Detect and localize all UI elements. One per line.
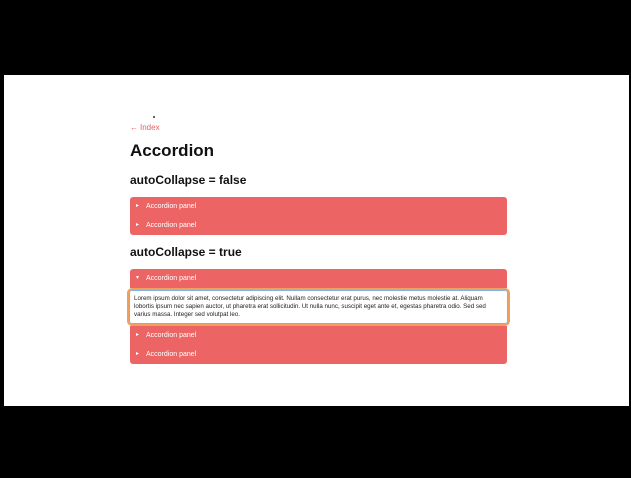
back-link-label: Index — [140, 123, 160, 132]
accordion-autocollapse-false: ▸ Accordion panel ▸ Accordion panel — [130, 197, 507, 235]
accordion-panel-header[interactable]: ▸ Accordion panel — [130, 216, 507, 235]
chevron-right-icon: ▸ — [136, 203, 140, 209]
chevron-down-icon: ▾ — [136, 275, 140, 281]
accordion-panel-header[interactable]: ▸ Accordion panel — [130, 197, 507, 216]
accordion-panel-header[interactable]: ▸ Accordion panel — [130, 326, 507, 345]
accordion-panel-header-expanded[interactable]: ▾ Accordion panel — [130, 269, 507, 288]
accordion-autocollapse-true: ▾ Accordion panel Lorem ipsum dolor sit … — [127, 269, 510, 364]
accordion-panel-label: Accordion panel — [146, 222, 197, 229]
accordion-panel-label: Accordion panel — [146, 332, 197, 339]
accordion-panel-header[interactable]: ▸ Accordion panel — [130, 345, 507, 364]
accordion-panel-content: Lorem ipsum dolor sit amet, consectetur … — [127, 288, 510, 326]
page-title: Accordion — [130, 141, 215, 160]
chevron-right-icon: ▸ — [136, 332, 140, 338]
accordion-panel-label: Accordion panel — [146, 351, 197, 358]
chevron-right-icon: ▸ — [136, 222, 140, 228]
accordion-panel-label: Accordion panel — [146, 275, 197, 282]
left-arrow-icon: ← — [130, 123, 138, 132]
section-title-autocollapse-false: autoCollapse = false — [130, 173, 247, 187]
mouse-cursor — [153, 116, 155, 118]
chevron-right-icon: ▸ — [136, 351, 140, 357]
back-to-index-link[interactable]: ← Index — [130, 123, 160, 132]
page: ← Index Accordion autoCollapse = false ▸… — [4, 75, 629, 406]
section-title-autocollapse-true: autoCollapse = true — [130, 245, 242, 259]
accordion-panel-label: Accordion panel — [146, 203, 197, 210]
video-frame: ← Index Accordion autoCollapse = false ▸… — [0, 0, 631, 478]
